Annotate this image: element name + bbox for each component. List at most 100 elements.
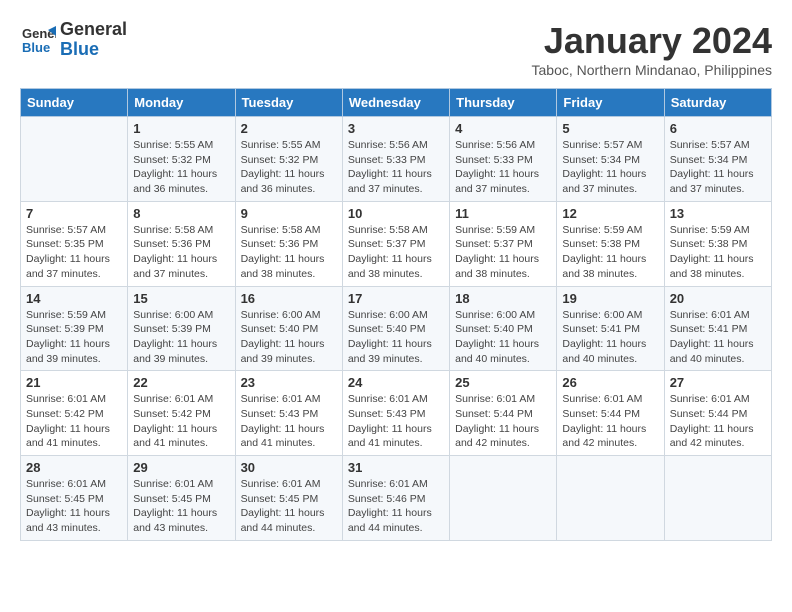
day-info: Sunrise: 6:01 AMSunset: 5:44 PMDaylight:… (562, 392, 658, 451)
day-info: Sunrise: 5:58 AMSunset: 5:36 PMDaylight:… (133, 223, 229, 282)
day-number: 11 (455, 206, 551, 221)
day-number: 12 (562, 206, 658, 221)
weekday-thursday: Thursday (450, 89, 557, 117)
day-number: 18 (455, 291, 551, 306)
page-header: General Blue General Blue January 2024 T… (20, 20, 772, 78)
day-number: 17 (348, 291, 444, 306)
calendar-cell (21, 117, 128, 202)
calendar-cell: 28Sunrise: 6:01 AMSunset: 5:45 PMDayligh… (21, 456, 128, 541)
calendar-cell (450, 456, 557, 541)
logo-icon: General Blue (20, 22, 56, 58)
day-info: Sunrise: 5:56 AMSunset: 5:33 PMDaylight:… (455, 138, 551, 197)
day-number: 10 (348, 206, 444, 221)
day-number: 31 (348, 460, 444, 475)
calendar-cell: 27 Sunrise: 6:01 AMSunset: 5:44 PMDayligh… (664, 371, 771, 456)
day-info: Sunrise: 6:01 AMSunset: 5:42 PMDaylight:… (133, 392, 229, 451)
day-info: Sunrise: 5:57 AMSunset: 5:34 PMDaylight:… (562, 138, 658, 197)
day-number: 27 (670, 375, 766, 390)
day-info: Sunrise: 5:59 AMSunset: 5:38 PMDaylight:… (562, 223, 658, 282)
day-number: 13 (670, 206, 766, 221)
day-number: 23 (241, 375, 337, 390)
calendar-cell: 24 Sunrise: 6:01 AMSunset: 5:43 PMDayligh… (342, 371, 449, 456)
calendar-cell: 16Sunrise: 6:00 AMSunset: 5:40 PMDayligh… (235, 286, 342, 371)
calendar-cell: 4 Sunrise: 5:56 AMSunset: 5:33 PMDaylight… (450, 117, 557, 202)
day-number: 21 (26, 375, 122, 390)
weekday-sunday: Sunday (21, 89, 128, 117)
week-row-4: 28 Sunrise: 6:01 AMSunset: 5:45 PMDayligh… (21, 456, 772, 541)
day-number: 25 (455, 375, 551, 390)
calendar-cell: 20Sunrise: 6:01 AMSunset: 5:41 PMDayligh… (664, 286, 771, 371)
day-info: Sunrise: 6:01 AMSunset: 5:43 PMDaylight:… (241, 392, 337, 451)
day-info: Sunrise: 5:56 AMSunset: 5:33 PMDaylight:… (348, 138, 444, 197)
logo: General Blue General Blue (20, 20, 127, 60)
day-info: Sunrise: 5:55 AMSunset: 5:32 PMDaylight:… (241, 138, 337, 197)
day-info: Sunrise: 5:57 AMSunset: 5:35 PMDaylight:… (26, 223, 122, 282)
week-row-1: 7 Sunrise: 5:57 AMSunset: 5:35 PMDaylight… (21, 201, 772, 286)
day-info: Sunrise: 6:01 AMSunset: 5:44 PMDaylight:… (455, 392, 551, 451)
day-number: 19 (562, 291, 658, 306)
day-number: 1 (133, 121, 229, 136)
calendar-cell: 8 Sunrise: 5:58 AMSunset: 5:36 PMDaylight… (128, 201, 235, 286)
calendar-cell: 12 Sunrise: 5:59 AMSunset: 5:38 PMDayligh… (557, 201, 664, 286)
day-number: 5 (562, 121, 658, 136)
day-info: Sunrise: 5:59 AMSunset: 5:38 PMDaylight:… (670, 223, 766, 282)
calendar-cell: 2 Sunrise: 5:55 AMSunset: 5:32 PMDaylight… (235, 117, 342, 202)
calendar-cell: 6Sunrise: 5:57 AMSunset: 5:34 PMDaylight… (664, 117, 771, 202)
day-info: Sunrise: 6:00 AMSunset: 5:40 PMDaylight:… (455, 308, 551, 367)
day-number: 14 (26, 291, 122, 306)
calendar-cell: 17 Sunrise: 6:00 AMSunset: 5:40 PMDayligh… (342, 286, 449, 371)
day-info: Sunrise: 6:01 AMSunset: 5:42 PMDaylight:… (26, 392, 122, 451)
day-info: Sunrise: 6:01 AMSunset: 5:45 PMDaylight:… (241, 477, 337, 536)
day-number: 30 (241, 460, 337, 475)
day-number: 9 (241, 206, 337, 221)
calendar-cell: 11 Sunrise: 5:59 AMSunset: 5:37 PMDayligh… (450, 201, 557, 286)
day-number: 15 (133, 291, 229, 306)
week-row-0: 1 Sunrise: 5:55 AMSunset: 5:32 PMDaylight… (21, 117, 772, 202)
day-info: Sunrise: 6:00 AMSunset: 5:40 PMDaylight:… (348, 308, 444, 367)
day-info: Sunrise: 5:55 AMSunset: 5:32 PMDaylight:… (133, 138, 229, 197)
calendar-cell: 18 Sunrise: 6:00 AMSunset: 5:40 PMDayligh… (450, 286, 557, 371)
title-block: January 2024 Taboc, Northern Mindanao, P… (532, 20, 772, 78)
calendar-cell: 22 Sunrise: 6:01 AMSunset: 5:42 PMDayligh… (128, 371, 235, 456)
day-info: Sunrise: 6:00 AMSunset: 5:40 PMDaylight:… (241, 308, 337, 367)
calendar-body: 1 Sunrise: 5:55 AMSunset: 5:32 PMDaylight… (21, 117, 772, 541)
day-number: 4 (455, 121, 551, 136)
calendar-cell: 31Sunrise: 6:01 AMSunset: 5:46 PMDayligh… (342, 456, 449, 541)
calendar-cell: 14 Sunrise: 5:59 AMSunset: 5:39 PMDayligh… (21, 286, 128, 371)
day-info: Sunrise: 6:00 AMSunset: 5:41 PMDaylight:… (562, 308, 658, 367)
logo-line1: General (60, 20, 127, 40)
day-info: Sunrise: 6:01 AMSunset: 5:41 PMDaylight:… (670, 308, 766, 367)
calendar-cell: 10 Sunrise: 5:58 AMSunset: 5:37 PMDayligh… (342, 201, 449, 286)
day-info: Sunrise: 5:59 AMSunset: 5:39 PMDaylight:… (26, 308, 122, 367)
week-row-2: 14 Sunrise: 5:59 AMSunset: 5:39 PMDayligh… (21, 286, 772, 371)
calendar-cell: 30 Sunrise: 6:01 AMSunset: 5:45 PMDayligh… (235, 456, 342, 541)
day-info: Sunrise: 6:01 AMSunset: 5:44 PMDaylight:… (670, 392, 766, 451)
calendar-table: SundayMondayTuesdayWednesdayThursdayFrid… (20, 88, 772, 541)
calendar-cell: 21 Sunrise: 6:01 AMSunset: 5:42 PMDayligh… (21, 371, 128, 456)
day-info: Sunrise: 5:57 AMSunset: 5:34 PMDaylight:… (670, 138, 766, 197)
day-number: 22 (133, 375, 229, 390)
calendar-cell: 15Sunrise: 6:00 AMSunset: 5:39 PMDayligh… (128, 286, 235, 371)
day-number: 28 (26, 460, 122, 475)
svg-text:Blue: Blue (22, 40, 50, 55)
day-number: 2 (241, 121, 337, 136)
day-number: 24 (348, 375, 444, 390)
day-number: 7 (26, 206, 122, 221)
month-title: January 2024 (532, 20, 772, 62)
day-number: 8 (133, 206, 229, 221)
day-info: Sunrise: 5:59 AMSunset: 5:37 PMDaylight:… (455, 223, 551, 282)
calendar-cell: 13 Sunrise: 5:59 AMSunset: 5:38 PMDayligh… (664, 201, 771, 286)
calendar-cell (664, 456, 771, 541)
calendar-cell: 19 Sunrise: 6:00 AMSunset: 5:41 PMDayligh… (557, 286, 664, 371)
calendar-cell: 9Sunrise: 5:58 AMSunset: 5:36 PMDaylight… (235, 201, 342, 286)
calendar-cell (557, 456, 664, 541)
weekday-wednesday: Wednesday (342, 89, 449, 117)
calendar-cell: 5 Sunrise: 5:57 AMSunset: 5:34 PMDaylight… (557, 117, 664, 202)
weekday-header-row: SundayMondayTuesdayWednesdayThursdayFrid… (21, 89, 772, 117)
calendar-cell: 1 Sunrise: 5:55 AMSunset: 5:32 PMDaylight… (128, 117, 235, 202)
day-info: Sunrise: 6:01 AMSunset: 5:43 PMDaylight:… (348, 392, 444, 451)
day-info: Sunrise: 5:58 AMSunset: 5:37 PMDaylight:… (348, 223, 444, 282)
day-number: 26 (562, 375, 658, 390)
weekday-monday: Monday (128, 89, 235, 117)
calendar-cell: 7 Sunrise: 5:57 AMSunset: 5:35 PMDaylight… (21, 201, 128, 286)
